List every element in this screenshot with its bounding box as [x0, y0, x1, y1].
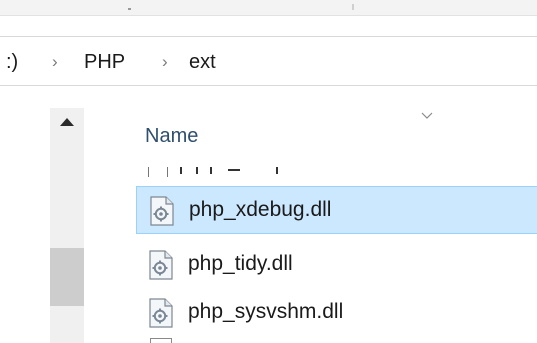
breadcrumb-ext[interactable]: ext	[189, 50, 216, 74]
title-bar-fragment	[352, 4, 354, 10]
list-item-php-sysvshm[interactable]: php_sysvshm.dll	[136, 289, 537, 337]
address-bar[interactable]: :) › PHP › ext	[0, 36, 537, 86]
dll-file-icon	[149, 298, 173, 328]
title-bar-strip	[0, 0, 537, 16]
file-name: php_xdebug.dll	[189, 198, 332, 221]
breadcrumb-drive[interactable]: :)	[6, 50, 18, 74]
scroll-thumb[interactable]	[50, 248, 84, 306]
breadcrumb-separator-icon[interactable]: ›	[162, 50, 168, 74]
file-name: php_tidy.dll	[188, 252, 293, 275]
title-bar-fragment	[128, 8, 131, 10]
column-header-name[interactable]: Name	[145, 124, 198, 148]
file-icon	[148, 167, 168, 177]
breadcrumb-php[interactable]: PHP	[84, 50, 125, 74]
dll-file-icon	[150, 196, 174, 226]
chevron-down-icon[interactable]	[421, 112, 433, 120]
dll-file-icon	[149, 250, 173, 280]
scroll-up-arrow-icon[interactable]	[60, 118, 74, 126]
file-name: php_sysvshm.dll	[188, 300, 344, 323]
breadcrumb-separator-icon[interactable]: ›	[52, 50, 58, 74]
file-icon	[150, 338, 172, 343]
list-item-php-xdebug[interactable]: php_xdebug.dll	[136, 186, 537, 234]
list-item-php-tidy[interactable]: php_tidy.dll	[136, 241, 537, 289]
vertical-scrollbar[interactable]	[50, 108, 84, 343]
list-item-partial[interactable]	[148, 167, 328, 177]
